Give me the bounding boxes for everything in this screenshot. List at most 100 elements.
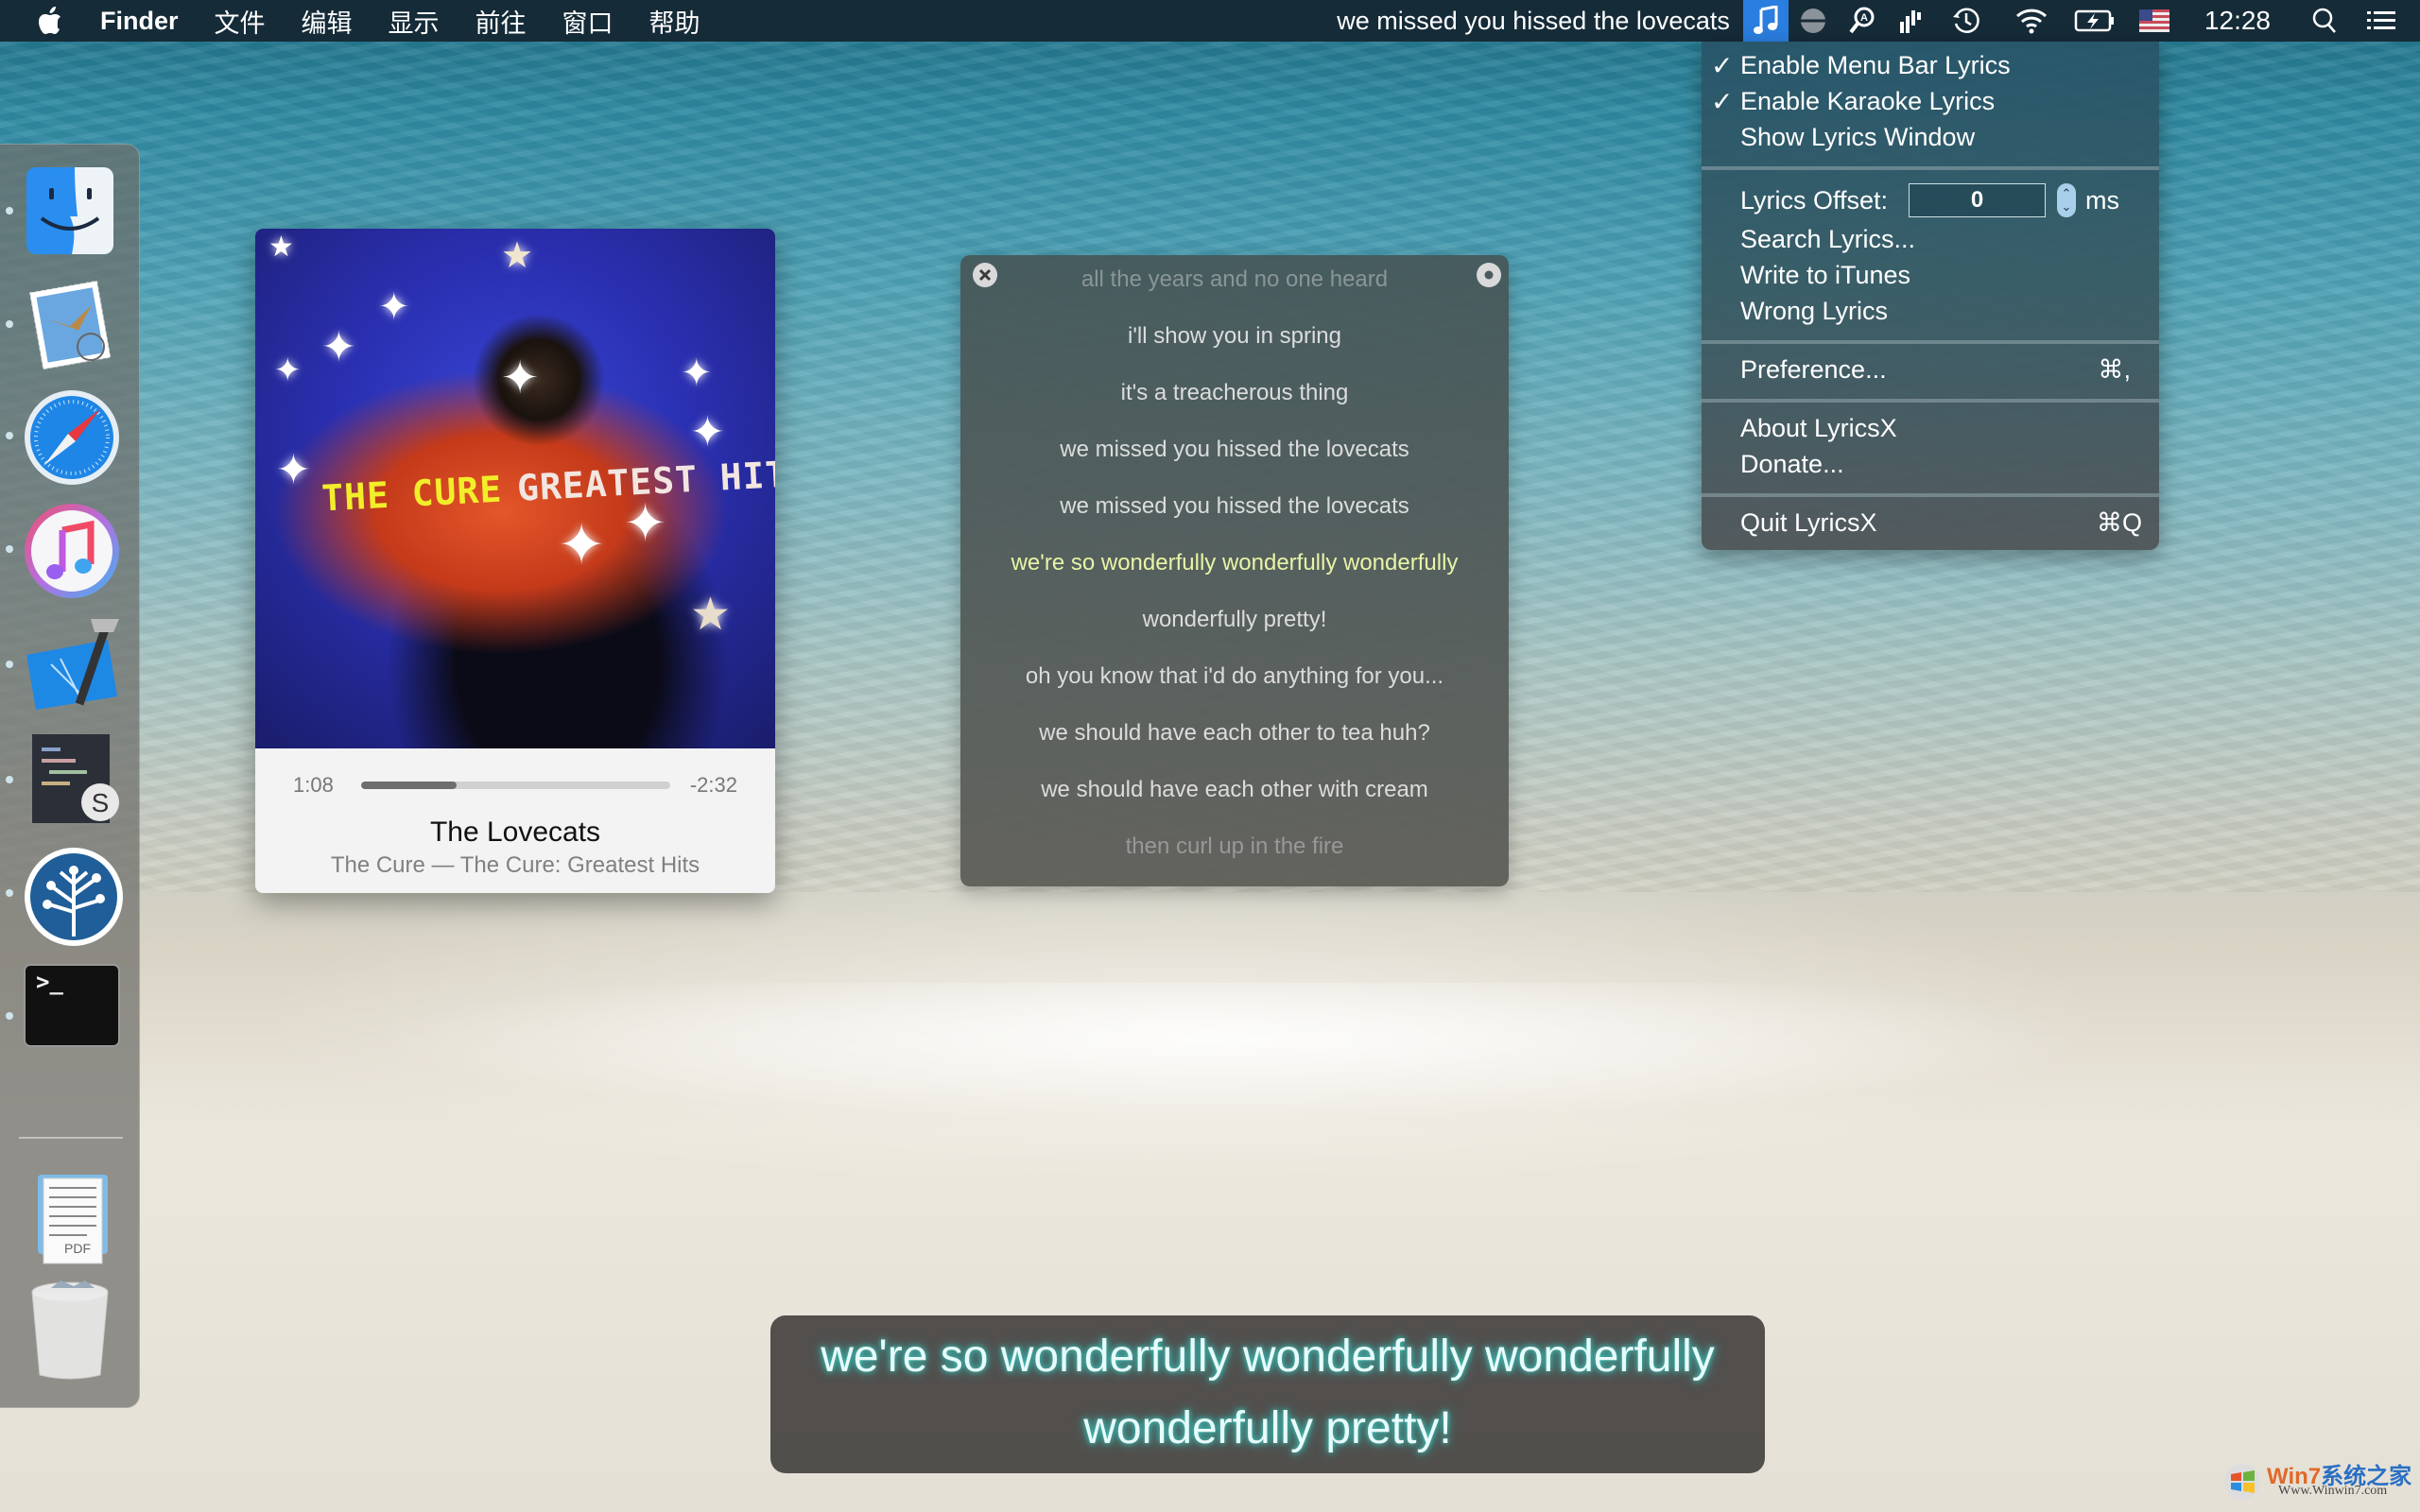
battery-charging-icon[interactable] bbox=[2065, 0, 2125, 42]
mini-player-window[interactable]: ★ ✦ ✦ ✦ ✦ ✦ ✦ ✦ ✦ ✦ ★ ★ THE CURE GREATEST… bbox=[255, 229, 775, 893]
star-decoration: ✦ bbox=[276, 447, 311, 493]
dock-mail[interactable] bbox=[23, 277, 125, 379]
star-decoration: ✦ bbox=[274, 352, 302, 388]
apple-icon[interactable] bbox=[38, 6, 66, 36]
menu-item-show-lyrics-window[interactable]: Show Lyrics Window bbox=[1702, 119, 2159, 155]
wifi-icon[interactable] bbox=[1998, 0, 2065, 42]
star-decoration: ✦ bbox=[690, 409, 725, 455]
chevron-up-icon[interactable]: ⌃ bbox=[2062, 187, 2072, 200]
offset-unit: ms bbox=[2085, 185, 2119, 215]
dock-finder[interactable] bbox=[23, 163, 125, 266]
checkmark-icon: ✓ bbox=[1711, 50, 1734, 80]
magnifier-a-icon[interactable]: A bbox=[1838, 0, 1887, 42]
karaoke-line-2: wonderfully pretty! bbox=[1083, 1403, 1452, 1453]
menu-edit[interactable]: 编辑 bbox=[302, 3, 353, 40]
menu-item-lyrics-offset: Lyrics Offset: ⌃ ⌄ ms bbox=[1702, 178, 2159, 223]
terminal-prompt: >_ bbox=[36, 969, 63, 995]
running-indicator bbox=[6, 889, 13, 897]
album-art-title: THE CURE GREATEST HITS bbox=[320, 452, 775, 520]
album-artwork: ★ ✦ ✦ ✦ ✦ ✦ ✦ ✦ ✦ ✦ ★ ★ THE CURE GREATEST… bbox=[255, 229, 775, 748]
us-flag-icon[interactable] bbox=[2125, 0, 2184, 42]
watermark-url: Www.Winwin7.com bbox=[2278, 1484, 2388, 1498]
menu-view[interactable]: 显示 bbox=[389, 3, 440, 40]
star-decoration: ✦ bbox=[321, 324, 356, 370]
menu-item-donate[interactable]: Donate... bbox=[1702, 446, 2159, 482]
half-circle-icon[interactable] bbox=[1789, 0, 1838, 42]
lyric-line[interactable]: we missed you hissed the lovecats bbox=[960, 437, 1509, 463]
dock-itunes[interactable] bbox=[23, 502, 125, 604]
xcode-icon bbox=[26, 619, 119, 710]
menu-finder[interactable]: Finder bbox=[100, 7, 179, 36]
running-indicator bbox=[6, 661, 13, 668]
dock-sublime-text[interactable]: S bbox=[23, 730, 125, 833]
time-machine-icon[interactable] bbox=[1934, 0, 1998, 42]
menu-go[interactable]: 前往 bbox=[475, 3, 527, 40]
menu-item-search-lyrics[interactable]: Search Lyrics... bbox=[1702, 221, 2159, 257]
lyric-line[interactable]: wonderfully pretty! bbox=[960, 607, 1509, 633]
watermark: Win7系统之家 Www.Winwin7.com bbox=[2223, 1453, 2412, 1506]
menu-help[interactable]: 帮助 bbox=[649, 3, 700, 40]
lyric-line[interactable]: oh you know that i'd do anything for you… bbox=[960, 663, 1509, 690]
audio-bars-icon[interactable] bbox=[1887, 0, 1934, 42]
svg-text:S: S bbox=[92, 788, 110, 817]
lyric-line[interactable]: we should have each other with cream bbox=[960, 777, 1509, 803]
menu-item-quit[interactable]: Quit LyricsX ⌘Q bbox=[1702, 505, 2159, 541]
progress-fill bbox=[361, 782, 458, 789]
lyrics-window[interactable]: all the years and no one heard i'll show … bbox=[960, 255, 1509, 886]
menu-bar: Finder 文件 编辑 显示 前往 窗口 帮助 we missed you h… bbox=[0, 0, 2420, 42]
running-indicator bbox=[6, 545, 13, 553]
lyric-line[interactable]: all the years and no one heard bbox=[960, 266, 1509, 293]
music-note-icon[interactable] bbox=[1742, 0, 1789, 42]
lyric-line[interactable]: we should have each other to tea huh? bbox=[960, 720, 1509, 747]
menu-separator bbox=[1702, 340, 2159, 344]
menu-item-about[interactable]: About LyricsX bbox=[1702, 410, 2159, 446]
track-title: The Lovecats bbox=[429, 816, 601, 848]
dock-trash[interactable] bbox=[23, 1279, 125, 1381]
lyrics-offset-stepper[interactable]: ⌃ ⌄ bbox=[2057, 183, 2076, 217]
lyric-line[interactable]: it's a treacherous thing bbox=[960, 380, 1509, 406]
lyric-line-current[interactable]: we're so wonderfully wonderfully wonderf… bbox=[960, 550, 1509, 576]
menu-item-enable-menu-bar-lyrics[interactable]: ✓ Enable Menu Bar Lyrics bbox=[1702, 47, 2159, 83]
menu-separator bbox=[1702, 166, 2159, 170]
lyric-line[interactable]: then curl up in the fire bbox=[960, 833, 1509, 860]
karaoke-lyrics-overlay[interactable]: we're so wonderfully wonderfully wonderf… bbox=[770, 1315, 1765, 1473]
menu-window[interactable]: 窗口 bbox=[562, 3, 614, 40]
star-decoration: ✦ bbox=[558, 513, 606, 576]
pdf-badge: PDF bbox=[64, 1241, 91, 1256]
preference-shortcut: ⌘, bbox=[2098, 354, 2131, 384]
menu-item-enable-karaoke-lyrics[interactable]: ✓ Enable Karaoke Lyrics bbox=[1702, 83, 2159, 119]
list-icon[interactable] bbox=[2352, 0, 2411, 42]
lyric-line[interactable]: we missed you hissed the lovecats bbox=[960, 493, 1509, 520]
running-indicator bbox=[6, 320, 13, 328]
sourcetree-icon bbox=[25, 848, 123, 946]
finder-icon bbox=[26, 167, 113, 254]
quit-shortcut: ⌘Q bbox=[2096, 507, 2142, 537]
lyric-line[interactable]: i'll show you in spring bbox=[960, 323, 1509, 350]
star-decoration: ✦ bbox=[501, 353, 540, 404]
menubar-clock[interactable]: 12:28 bbox=[2204, 6, 2271, 36]
menu-item-wrong-lyrics[interactable]: Wrong Lyrics bbox=[1702, 293, 2159, 329]
dock-terminal[interactable]: >_ bbox=[23, 963, 125, 1050]
running-indicator bbox=[6, 776, 13, 783]
menu-file[interactable]: 文件 bbox=[215, 3, 266, 40]
menu-item-write-to-itunes[interactable]: Write to iTunes bbox=[1702, 257, 2159, 293]
menu-item-preference[interactable]: Preference... ⌘, bbox=[1702, 352, 2159, 387]
track-artist-album: The Cure — The Cure: Greatest Hits bbox=[330, 852, 700, 878]
remaining-time: -2:32 bbox=[689, 773, 737, 797]
dock-safari[interactable] bbox=[23, 388, 125, 490]
dock-sourcetree[interactable] bbox=[23, 846, 125, 948]
dock-documents-stack[interactable]: PDF bbox=[23, 1165, 125, 1267]
karaoke-line-1: we're so wonderfully wonderfully wonderf… bbox=[821, 1332, 1715, 1382]
star-decoration: ★ bbox=[690, 590, 732, 640]
chevron-down-icon[interactable]: ⌄ bbox=[2062, 200, 2072, 214]
dock-xcode[interactable] bbox=[23, 617, 125, 719]
search-icon[interactable] bbox=[2297, 0, 2352, 42]
dock: S >_ PDF bbox=[0, 144, 140, 1408]
running-indicator bbox=[6, 207, 13, 215]
lyricsx-status-menu: ✓ Enable Menu Bar Lyrics ✓ Enable Karaok… bbox=[1702, 42, 2159, 550]
menu-separator bbox=[1702, 399, 2159, 403]
progress-bar[interactable] bbox=[361, 782, 670, 789]
mail-icon bbox=[29, 280, 112, 370]
itunes-icon bbox=[25, 504, 119, 598]
lyrics-offset-input[interactable] bbox=[1909, 183, 2046, 217]
